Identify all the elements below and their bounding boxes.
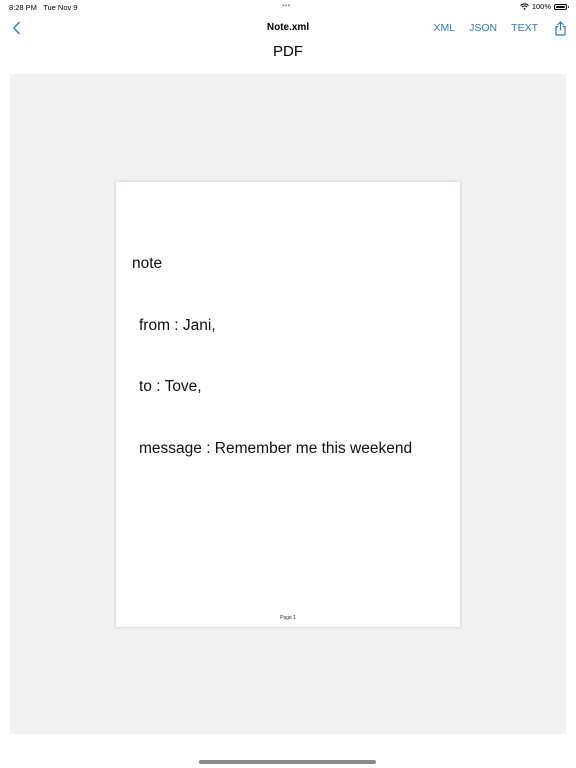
share-button[interactable] <box>552 20 568 36</box>
page-number: Page 1 <box>280 615 296 621</box>
status-time: 8:28 PM Tue Nov 9 <box>9 3 78 12</box>
battery-icon <box>554 3 569 10</box>
status-right: 100% <box>519 2 569 11</box>
document-line-from: from : Jani, <box>139 316 216 334</box>
navigation-bar: Note.xml XML JSON TEXT <box>0 14 576 42</box>
text-button[interactable]: TEXT <box>511 22 538 34</box>
pdf-viewer[interactable]: note from : Jani, to : Tove, message : R… <box>10 74 566 734</box>
multitasking-dots[interactable]: ••• <box>282 1 290 10</box>
pdf-page[interactable]: note from : Jani, to : Tove, message : R… <box>116 182 460 627</box>
document-text: note from : Jani, to : Tove, message : R… <box>132 213 412 500</box>
nav-actions: XML JSON TEXT <box>434 20 568 36</box>
share-icon <box>554 20 566 36</box>
document-line-root: note <box>132 255 163 272</box>
xml-button[interactable]: XML <box>434 22 456 34</box>
battery-percent: 100% <box>531 2 551 11</box>
wifi-icon <box>519 3 529 10</box>
status-bar: 8:28 PM Tue Nov 9 ••• 100% <box>0 0 576 14</box>
document-line-to: to : Tove, <box>139 378 202 395</box>
document-line-message: message : Remember me this weekend <box>139 439 413 457</box>
status-date: Tue Nov 9 <box>43 3 78 12</box>
status-clock: 8:28 PM <box>9 3 37 12</box>
home-indicator[interactable] <box>199 760 376 764</box>
json-button[interactable]: JSON <box>469 22 497 34</box>
page-subtitle: PDF <box>273 43 303 60</box>
